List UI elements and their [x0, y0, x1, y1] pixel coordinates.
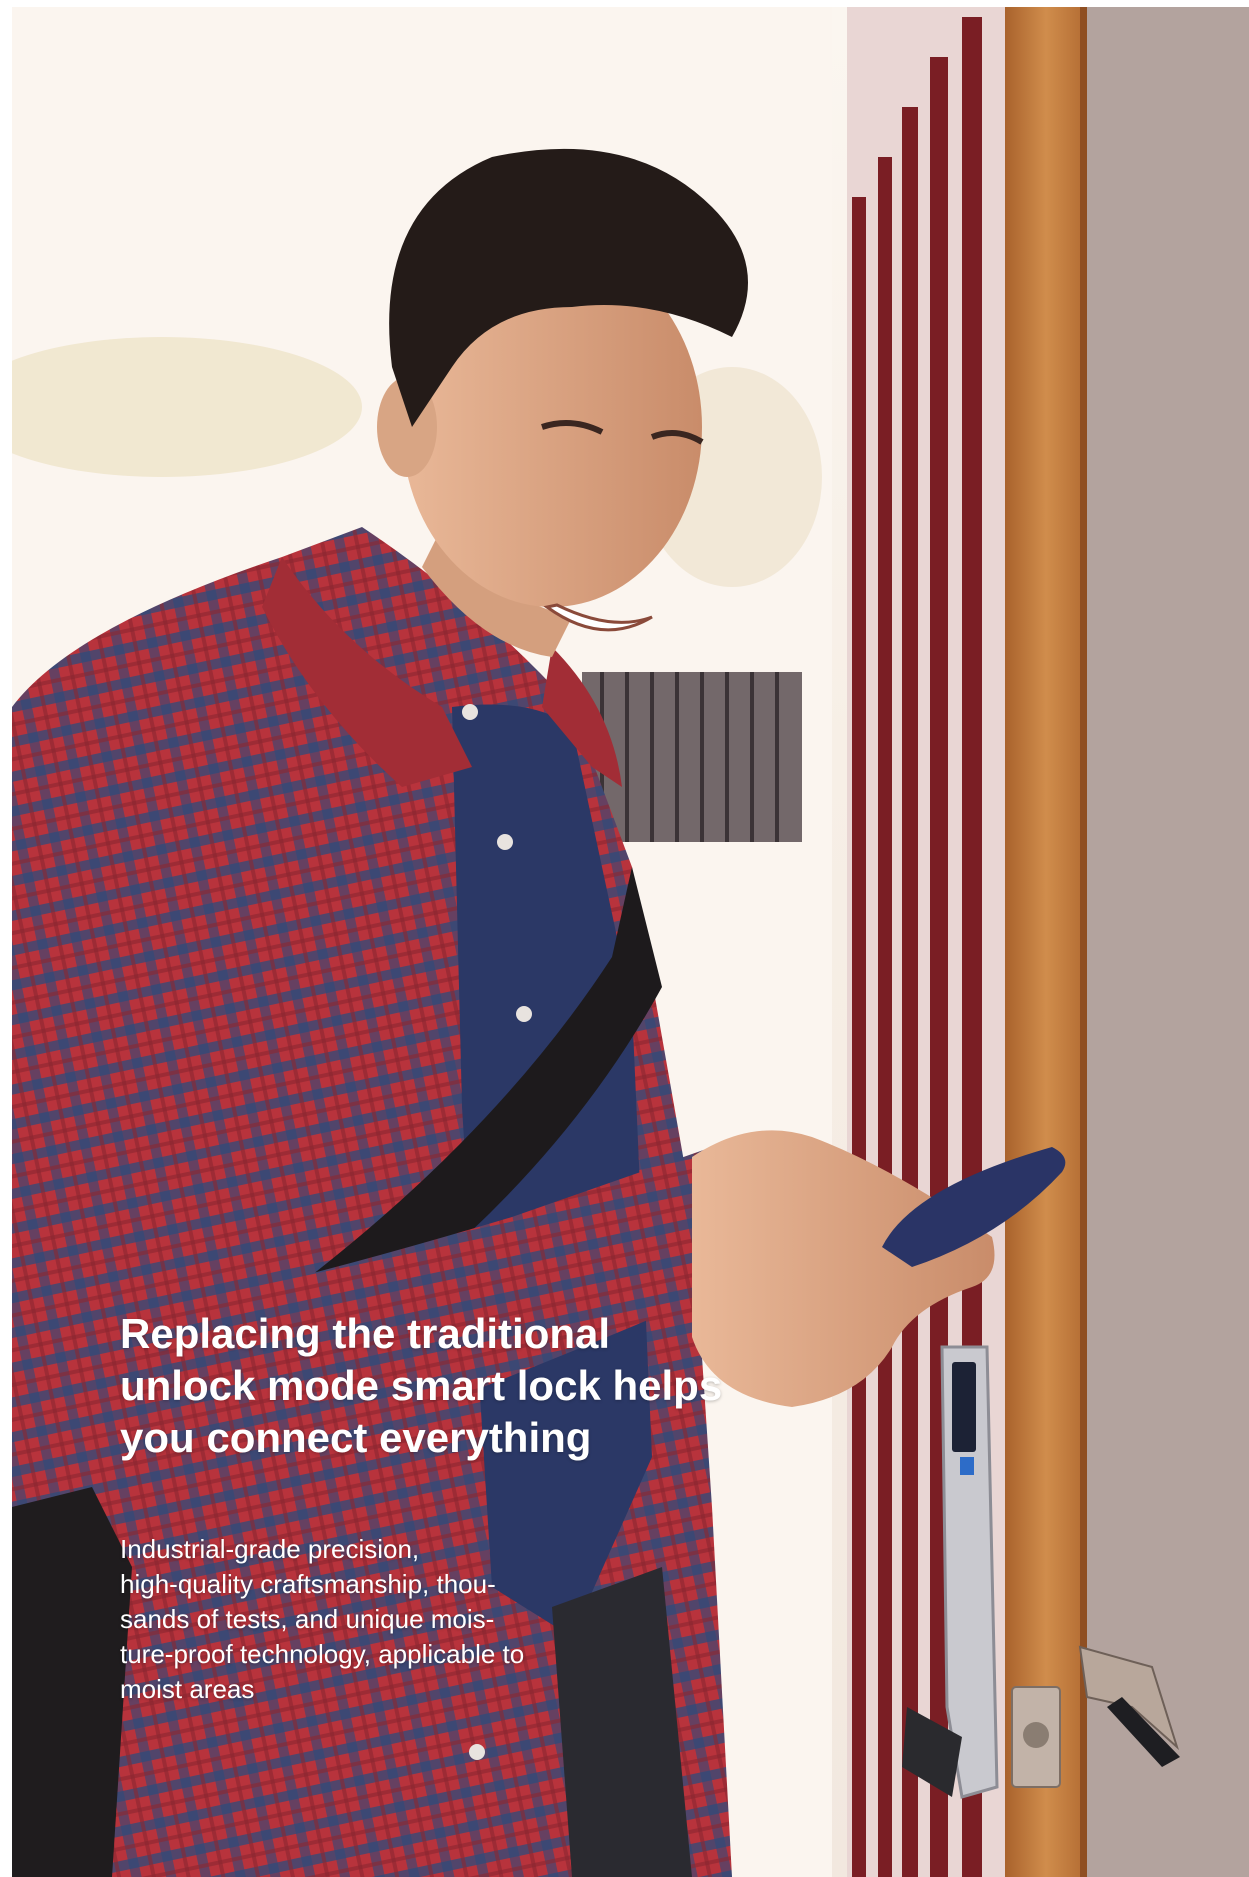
door-frame — [1005, 7, 1087, 1877]
body-text: Industrial-grade precision, high-quality… — [120, 1534, 525, 1704]
poster: Replacing the traditional unlock mode sm… — [0, 0, 1249, 1877]
headline: Replacing the traditional unlock mode sm… — [120, 1310, 723, 1461]
bag — [12, 1487, 132, 1877]
wall — [1087, 7, 1249, 1877]
